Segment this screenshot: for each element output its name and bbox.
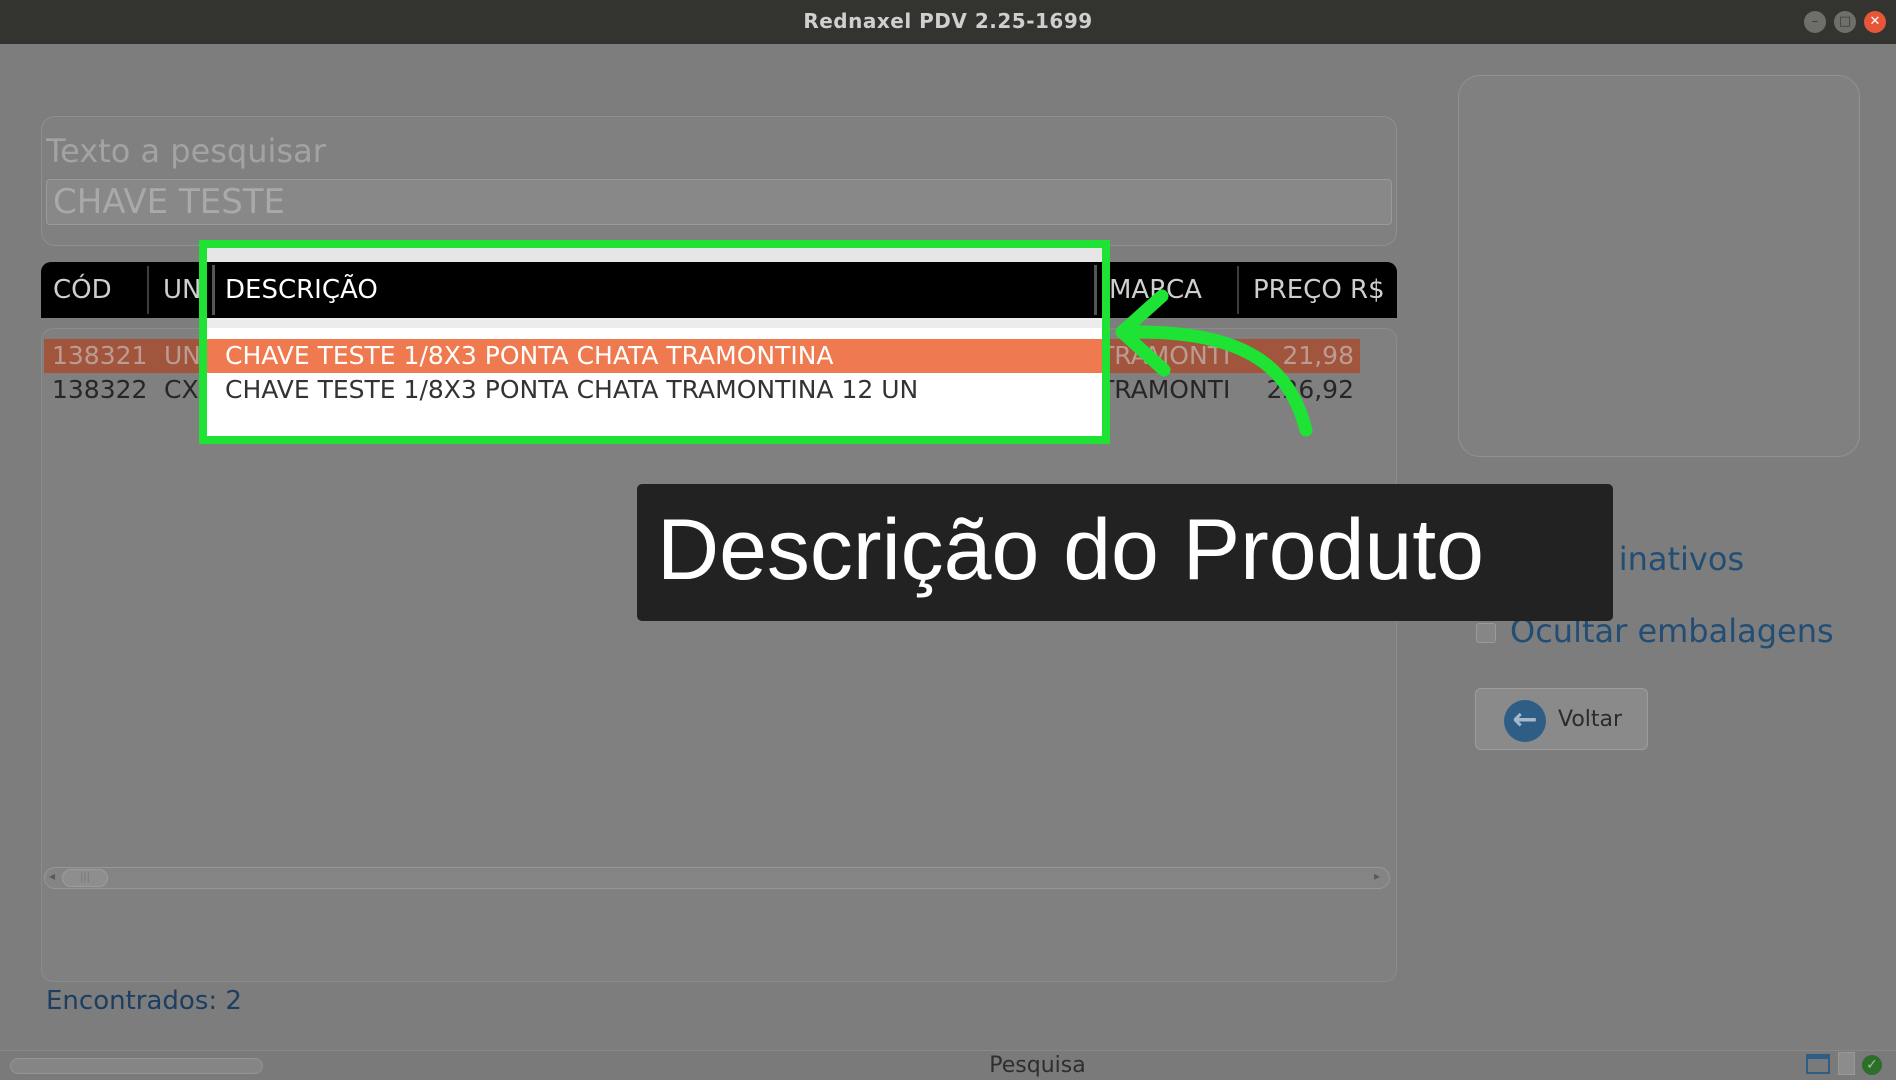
pointer-arrow-icon	[1115, 289, 1313, 437]
hide-packaging-checkbox[interactable]	[1476, 623, 1496, 643]
status-text: Pesquisa	[989, 1053, 1086, 1078]
column-divider	[212, 265, 215, 315]
scroll-right-icon[interactable]: ▸	[1374, 869, 1380, 883]
document-icon[interactable]	[1838, 1052, 1855, 1075]
column-header-un[interactable]: UN	[163, 262, 201, 318]
window-icon[interactable]	[1806, 1054, 1830, 1074]
product-image-panel	[1458, 75, 1860, 457]
cell-un: UN	[164, 341, 201, 370]
scrollbar-thumb[interactable]: |||	[62, 869, 108, 887]
back-button-label: Voltar	[1558, 707, 1623, 732]
maximize-icon[interactable]: □	[1834, 11, 1856, 33]
window-title: Rednaxel PDV 2.25-1699	[803, 9, 1093, 33]
search-label: Texto a pesquisar	[46, 132, 326, 170]
column-header-descricao-label: DESCRIÇÃO	[225, 275, 378, 305]
results-count: Encontrados: 2	[46, 986, 242, 1016]
cell-descricao[interactable]: CHAVE TESTE 1/8X3 PONTA CHATA TRAMONTINA…	[207, 373, 1102, 407]
close-icon[interactable]: ✕	[1864, 11, 1886, 33]
cell-descricao[interactable]: CHAVE TESTE 1/8X3 PONTA CHATA TRAMONTINA	[207, 339, 1102, 373]
minimize-icon[interactable]: –	[1804, 11, 1826, 33]
cell-un: CX	[164, 375, 199, 404]
column-divider	[1094, 265, 1097, 315]
back-button[interactable]: ← Voltar	[1475, 688, 1648, 750]
title-bar: Rednaxel PDV 2.25-1699 – □ ✕	[0, 0, 1896, 44]
column-header-descricao[interactable]: DESCRIÇÃO	[207, 262, 1102, 318]
highlight-under-strip	[207, 318, 1102, 328]
column-header-cod[interactable]: CÓD	[53, 262, 112, 318]
arrow-left-icon: ←	[1504, 700, 1546, 742]
cell-cod: 138322	[52, 375, 148, 404]
caption-overlay: Descrição do Produto	[637, 484, 1613, 621]
check-icon: ✓	[1862, 1055, 1882, 1075]
highlight-top-strip	[207, 248, 1102, 262]
caption-text: Descrição do Produto	[657, 502, 1484, 598]
cell-cod: 138321	[52, 341, 148, 370]
horizontal-scrollbar[interactable]	[44, 867, 1390, 889]
search-input[interactable]: CHAVE TESTE	[46, 179, 1392, 225]
scroll-left-icon[interactable]: ◂	[49, 869, 55, 883]
column-divider[interactable]	[147, 266, 149, 314]
